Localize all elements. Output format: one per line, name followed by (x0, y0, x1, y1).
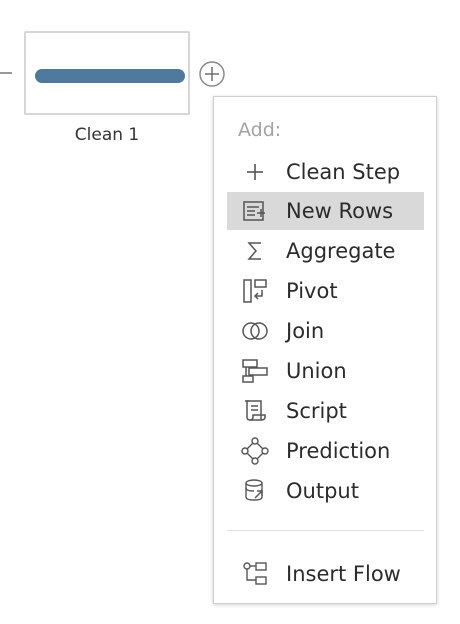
incoming-connector (0, 72, 12, 74)
pivot-icon (239, 278, 271, 304)
menu-item-label: Clean Step (286, 160, 401, 184)
menu-header: Add: (238, 119, 282, 141)
menu-item-prediction[interactable]: Prediction (227, 432, 424, 470)
menu-item-label: Script (286, 399, 347, 423)
menu-item-aggregate[interactable]: Aggregate (227, 232, 424, 270)
menu-item-union[interactable]: Union (227, 352, 424, 390)
new-rows-icon (239, 198, 271, 224)
menu-item-label: Insert Flow (286, 562, 401, 586)
plus-circle-icon (199, 61, 225, 87)
prediction-icon (239, 437, 271, 465)
menu-item-label: Pivot (286, 279, 338, 303)
menu-item-clean-step[interactable]: Clean Step (227, 153, 424, 191)
union-icon (239, 358, 271, 384)
plus-icon (239, 159, 271, 185)
menu-item-label: Output (286, 479, 359, 503)
menu-item-label: Join (286, 319, 325, 343)
menu-item-output[interactable]: Output (227, 472, 424, 510)
sigma-icon (239, 238, 271, 264)
menu-item-join[interactable]: Join (227, 312, 424, 350)
menu-item-label: Aggregate (286, 239, 396, 263)
script-icon (239, 398, 271, 424)
clean-step-node[interactable] (24, 31, 190, 115)
flow-canvas: Clean 1 Add: Clean Step New Rows Aggrega… (0, 0, 460, 624)
menu-item-pivot[interactable]: Pivot (227, 272, 424, 310)
menu-item-label: Union (286, 359, 347, 383)
add-step-button[interactable] (198, 60, 226, 88)
menu-divider (227, 530, 424, 531)
menu-item-insert-flow[interactable]: Insert Flow (227, 555, 424, 593)
menu-item-new-rows[interactable]: New Rows (227, 192, 424, 230)
clean-step-bar (35, 69, 185, 83)
join-icon (239, 318, 271, 344)
menu-item-label: New Rows (286, 199, 394, 223)
output-icon (239, 478, 271, 504)
clean-step-label: Clean 1 (74, 125, 140, 145)
menu-item-script[interactable]: Script (227, 392, 424, 430)
menu-item-label: Prediction (286, 439, 391, 463)
add-step-menu: Add: Clean Step New Rows Aggregate Pivot… (213, 96, 437, 604)
insert-flow-icon (239, 561, 271, 587)
